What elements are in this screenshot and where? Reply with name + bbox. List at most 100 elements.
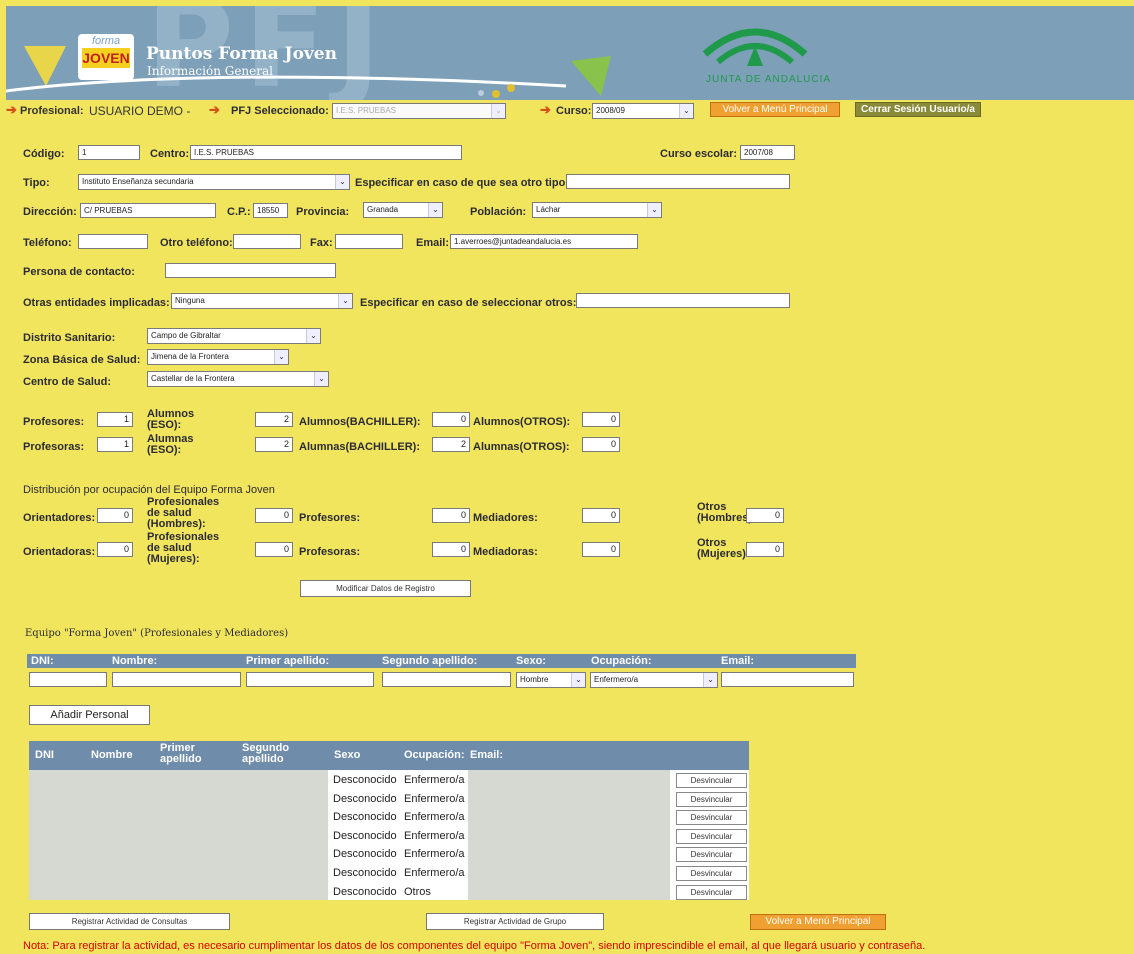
pfj-select[interactable]: I.E.S. PRUEBAS ⌄ — [332, 103, 506, 119]
table-header-cell: DNI — [35, 749, 54, 761]
alumnos-eso-input[interactable]: 2 — [255, 412, 293, 427]
cp-input[interactable]: 18550 — [253, 203, 288, 218]
telefono-input[interactable] — [78, 234, 148, 249]
especificar-tipo-input[interactable] — [566, 174, 790, 189]
codigo-input[interactable]: 1 — [78, 145, 140, 160]
poblacion-select[interactable]: Láchar ⌄ — [532, 202, 662, 218]
arrow-icon: ➔ — [540, 102, 551, 117]
profesoras2-input[interactable]: 0 — [432, 542, 470, 557]
chevron-down-icon: ⌄ — [491, 104, 505, 118]
codigo-label: Código: — [23, 148, 65, 160]
equipo-email-input[interactable] — [721, 672, 854, 687]
otras-entidades-label: Otras entidades implicadas: — [23, 297, 170, 309]
desvincular-button[interactable]: Desvincular — [676, 773, 747, 788]
sexo-select[interactable]: Hombre ⌄ — [516, 672, 586, 688]
orientadores-input[interactable]: 0 — [97, 508, 133, 523]
zona-select[interactable]: Jimena de la Frontera ⌄ — [147, 349, 289, 365]
dni-input[interactable] — [29, 672, 107, 687]
chevron-down-icon: ⌄ — [314, 372, 328, 386]
distrito-select[interactable]: Campo de Gibraltar ⌄ — [147, 328, 321, 344]
centro-salud-select[interactable]: Castellar de la Frontera ⌄ — [147, 371, 329, 387]
desvincular-button[interactable]: Desvincular — [676, 847, 747, 863]
alumnos-otros-label: Alumnos(OTROS): — [473, 416, 571, 428]
profesoras-input[interactable]: 1 — [97, 437, 133, 452]
distrito-select-value: Campo de Gibraltar — [151, 331, 221, 340]
registrar-grupo-button[interactable]: Registrar Actividad de Grupo — [426, 913, 604, 930]
profesores2-input[interactable]: 0 — [432, 508, 470, 523]
desvincular-button[interactable]: Desvincular — [676, 884, 747, 900]
row-sexo: Desconocido — [333, 792, 397, 805]
registrar-consultas-button[interactable]: Registrar Actividad de Consultas — [29, 913, 230, 930]
prof-salud-m-input[interactable]: 0 — [255, 542, 293, 557]
otras-entidades-select-value: Ninguna — [175, 296, 205, 305]
alumnas-otros-input[interactable]: 0 — [582, 437, 620, 452]
table-header-cell: Primer apellido — [160, 742, 202, 765]
pfj-label: PFJ Seleccionado: — [231, 105, 329, 117]
ocupacion-select-value: Enfermero/a — [594, 675, 639, 684]
alumnas-bach-input[interactable]: 2 — [432, 437, 470, 452]
primer-apellido-input[interactable] — [246, 672, 374, 687]
row-sexo: Desconocido — [333, 885, 397, 898]
nombre-input[interactable] — [112, 672, 241, 687]
alumnas-eso-label: Alumnas (ESO): — [147, 433, 194, 456]
curso-select[interactable]: 2008/09 ⌄ — [592, 103, 694, 119]
otras-entidades-select[interactable]: Ninguna ⌄ — [171, 293, 353, 309]
desvincular-button[interactable]: Desvincular — [676, 810, 747, 826]
provincia-select[interactable]: Granada ⌄ — [363, 202, 443, 218]
provincia-label: Provincia: — [296, 206, 350, 218]
tipo-select[interactable]: Instituto Enseñanza secundaria ⌄ — [78, 174, 350, 190]
mediadoras-input[interactable]: 0 — [582, 542, 620, 557]
otros-h-label: Otros (Hombres): — [697, 501, 756, 524]
row-ocupacion: Enfermero/a — [404, 811, 465, 824]
desvincular-button[interactable]: Desvincular — [676, 791, 747, 807]
prof-salud-m-label: Profesionales de salud (Mujeres): — [147, 531, 220, 565]
email-input[interactable]: 1.averroes@juntadeandalucia.es — [450, 234, 638, 249]
arrow-icon: ➔ — [6, 102, 17, 117]
orientadoras-input[interactable]: 0 — [97, 542, 133, 557]
centro-input[interactable]: I.E.S. PRUEBAS — [190, 145, 462, 160]
volver-menu-button[interactable]: Volver a Menú Principal — [710, 102, 840, 117]
distribucion-title: Distribución por ocupación del Equipo Fo… — [23, 484, 275, 496]
footer-volver-menu-button[interactable]: Volver a Menú Principal — [750, 914, 886, 930]
otro-telefono-label: Otro teléfono: — [160, 237, 233, 249]
segundo-apellido-input[interactable] — [382, 672, 511, 687]
otros-h-input[interactable]: 0 — [746, 508, 784, 523]
especificar-otros-input[interactable] — [576, 293, 790, 308]
contacto-input[interactable] — [165, 263, 336, 278]
cp-label: C.P.: — [227, 206, 251, 218]
junta-text: JUNTA DE ANDALUCIA — [706, 74, 832, 85]
logo: forma JOVEN — [78, 34, 134, 80]
profesores-input[interactable]: 1 — [97, 412, 133, 427]
fax-label: Fax: — [310, 237, 333, 249]
otros-m-input[interactable]: 0 — [746, 542, 784, 557]
especificar-tipo-label: Especificar en caso de que sea otro tipo… — [355, 177, 569, 189]
row-ocupacion: Enfermero/a — [404, 792, 465, 805]
desvincular-button[interactable]: Desvincular — [676, 828, 747, 844]
row-ocupacion: Enfermero/a — [404, 774, 465, 786]
alumnas-eso-input[interactable]: 2 — [255, 437, 293, 452]
zona-select-value: Jimena de la Frontera — [151, 352, 229, 361]
alumnas-otros-label: Alumnas(OTROS): — [473, 441, 570, 453]
alumnos-bach-input[interactable]: 0 — [432, 412, 470, 427]
modificar-datos-button[interactable]: Modificar Datos de Registro — [300, 580, 471, 597]
prof-salud-h-input[interactable]: 0 — [255, 508, 293, 523]
desvincular-button[interactable]: Desvincular — [676, 866, 747, 881]
centro-label: Centro: — [150, 148, 190, 160]
alumnos-otros-input[interactable]: 0 — [582, 412, 620, 427]
chevron-down-icon: ⌄ — [571, 673, 585, 687]
otro-telefono-input[interactable] — [233, 234, 301, 249]
mediadores-input[interactable]: 0 — [582, 508, 620, 523]
add-personal-button[interactable]: Añadir Personal — [29, 705, 150, 725]
logo-forma: forma — [91, 35, 121, 47]
fax-input[interactable] — [335, 234, 403, 249]
sexo-select-value: Hombre — [520, 675, 549, 684]
cerrar-sesion-button[interactable]: Cerrar Sesión Usuario/a — [855, 102, 981, 117]
registration-note: Nota: Para registrar la actividad, es ne… — [23, 940, 926, 952]
especificar-otros-label: Especificar en caso de seleccionar otros… — [360, 297, 577, 309]
poblacion-label: Población: — [470, 206, 527, 218]
ocupacion-select[interactable]: Enfermero/a ⌄ — [590, 672, 718, 688]
tipo-label: Tipo: — [23, 177, 50, 189]
row-ocupacion: Enfermero/a — [404, 867, 465, 879]
curso-escolar-input[interactable]: 2007/08 — [740, 145, 795, 160]
direccion-input[interactable]: C/ PRUEBAS — [80, 203, 216, 218]
